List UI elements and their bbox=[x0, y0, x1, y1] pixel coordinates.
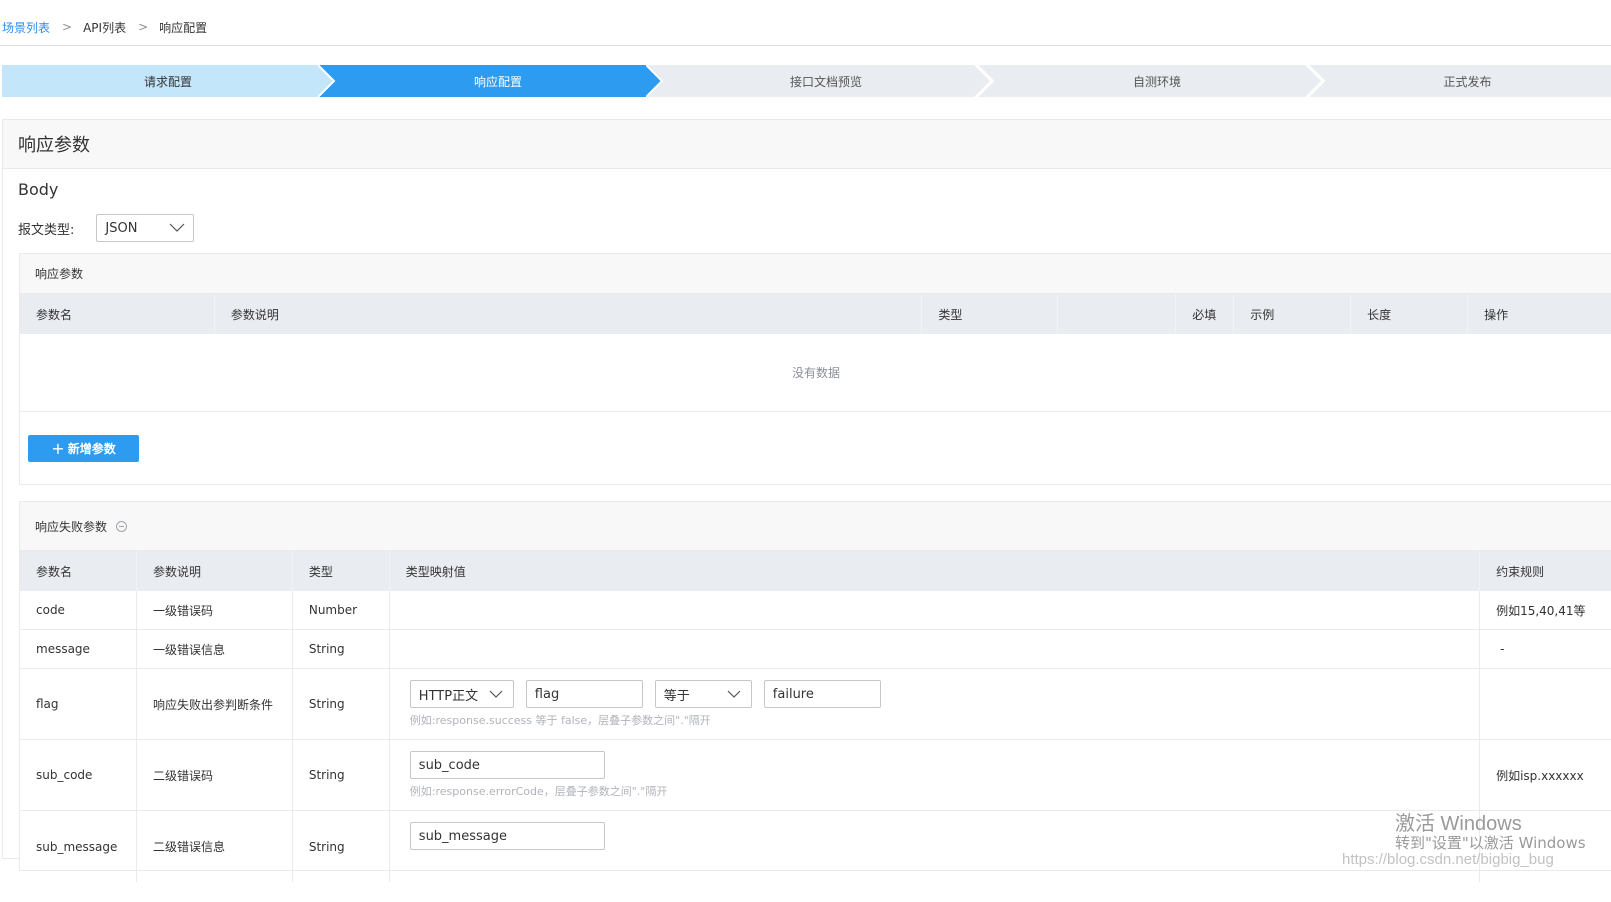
cell-desc: 二级错误码 bbox=[137, 740, 293, 810]
step-request-config[interactable]: 请求配置 bbox=[2, 65, 334, 97]
breadcrumb-scene-list[interactable]: 场景列表 bbox=[2, 19, 50, 36]
source-url-watermark: https://blog.csdn.net/bigbig_bug bbox=[1342, 851, 1554, 868]
step-bar: 请求配置 响应配置 接口文档预览 自测环境 正式发布 bbox=[2, 65, 1611, 97]
plus-icon: + bbox=[51, 438, 65, 458]
cell-desc: 二级错误信息 bbox=[137, 811, 293, 882]
cell-rule: 例如isp.xxxxxx bbox=[1496, 768, 1584, 783]
table-row: message 一级错误信息 String - bbox=[20, 630, 1611, 669]
failure-params-header: 参数名 参数说明 类型 类型映射值 约束规则 bbox=[20, 551, 1611, 591]
response-params-title: 响应参数 bbox=[20, 254, 1611, 294]
col-param-name: 参数名 bbox=[20, 294, 215, 334]
failure-params-title: 响应失败参数 bbox=[35, 519, 108, 534]
chevron-down-icon bbox=[489, 690, 503, 698]
failure-params-header-bar: 响应失败参数 bbox=[20, 502, 1611, 551]
step-doc-preview[interactable]: 接口文档预览 bbox=[646, 65, 990, 97]
col-param-desc: 参数说明 bbox=[137, 551, 293, 591]
cell-type: String bbox=[293, 740, 390, 810]
response-params-header: 参数名 参数说明 类型 必填 示例 长度 操作 bbox=[20, 294, 1611, 334]
breadcrumb-separator-icon: > bbox=[62, 20, 73, 34]
col-param-name: 参数名 bbox=[20, 551, 137, 591]
message-type-select[interactable]: JSON bbox=[96, 214, 195, 242]
step-self-test[interactable]: 自测环境 bbox=[977, 65, 1321, 97]
cell-mapping bbox=[390, 591, 1481, 629]
cell-mapping: HTTP正文 flag 等于 failure 例如:response.succe… bbox=[390, 669, 1481, 739]
message-type-value: JSON bbox=[105, 220, 138, 236]
cell-type: String bbox=[293, 811, 390, 882]
empty-state: 没有数据 bbox=[20, 334, 1611, 412]
flag-field-input[interactable]: flag bbox=[525, 680, 643, 708]
step-label: 请求配置 bbox=[143, 74, 192, 89]
sub-message-input[interactable]: sub_message bbox=[409, 822, 605, 850]
flag-field-value: flag bbox=[534, 686, 560, 702]
operator-value: 等于 bbox=[663, 688, 690, 704]
table-row: sub_code 二级错误码 String sub_code 例如:respon… bbox=[20, 740, 1611, 811]
flag-value: failure bbox=[772, 686, 814, 702]
cell-name: message bbox=[20, 630, 137, 668]
source-value: HTTP正文 bbox=[418, 688, 479, 704]
breadcrumb-api-list[interactable]: API列表 bbox=[83, 19, 126, 36]
response-params-card: 响应参数 参数名 参数说明 类型 必填 示例 长度 操作 没有数据 + 新增参数 bbox=[19, 253, 1611, 485]
col-length: 长度 bbox=[1351, 294, 1469, 334]
col-param-desc: 参数说明 bbox=[215, 294, 923, 334]
panel-title: 响应参数 bbox=[3, 120, 1611, 169]
source-select[interactable]: HTTP正文 bbox=[409, 680, 514, 708]
mapping-controls: HTTP正文 flag 等于 failure bbox=[409, 680, 881, 708]
col-type: 类型 bbox=[293, 551, 390, 591]
cell-name: code bbox=[20, 591, 137, 629]
table-row: code 一级错误码 Number 例如15,40,41等 bbox=[20, 591, 1611, 630]
windows-activation-subtitle: 转到"设置"以激活 Windows bbox=[1395, 834, 1586, 852]
flag-hint: 例如:response.success 等于 false，层叠子参数之间"."隔… bbox=[409, 714, 711, 727]
breadcrumb: 场景列表 > API列表 > 响应配置 bbox=[2, 18, 207, 36]
cell-rule: 例如15,40,41等 bbox=[1496, 603, 1586, 618]
cell-type: String bbox=[293, 630, 390, 668]
operator-select[interactable]: 等于 bbox=[654, 680, 752, 708]
step-label: 正式发布 bbox=[1443, 74, 1492, 89]
message-type-row: 报文类型: JSON bbox=[18, 214, 195, 242]
breadcrumb-separator-icon: > bbox=[138, 20, 149, 34]
col-blank bbox=[1058, 294, 1177, 334]
cell-name: sub_message bbox=[20, 811, 137, 882]
col-actions: 操作 bbox=[1484, 307, 1509, 322]
cell-desc: 一级错误码 bbox=[137, 591, 293, 629]
cell-rule bbox=[1480, 669, 1611, 739]
body-title: Body bbox=[18, 180, 59, 199]
cell-mapping: sub_code 例如:response.errorCode，层叠子参数之间".… bbox=[390, 740, 1481, 810]
cell-mapping: sub_message bbox=[390, 811, 1481, 882]
failure-params-card: 响应失败参数 参数名 参数说明 类型 类型映射值 约束规则 code 一级错误码… bbox=[19, 501, 1611, 882]
cell-rule: - bbox=[1500, 642, 1505, 656]
chevron-down-icon bbox=[169, 223, 185, 232]
step-response-config[interactable]: 响应配置 bbox=[318, 65, 662, 97]
sub-message-value: sub_message bbox=[418, 828, 507, 844]
table-row: flag 响应失败出参判断条件 String HTTP正文 flag 等于 fa… bbox=[20, 669, 1611, 740]
add-param-label: 新增参数 bbox=[67, 442, 116, 456]
step-label: 响应配置 bbox=[473, 74, 522, 89]
step-label: 接口文档预览 bbox=[789, 74, 862, 89]
sub-code-input[interactable]: sub_code bbox=[409, 751, 605, 779]
step-label: 自测环境 bbox=[1132, 74, 1181, 89]
header-divider bbox=[0, 45, 1611, 46]
col-example: 示例 bbox=[1234, 294, 1352, 334]
breadcrumb-current: 响应配置 bbox=[159, 20, 208, 35]
col-type: 类型 bbox=[922, 294, 1059, 334]
flag-value-input[interactable]: failure bbox=[763, 680, 881, 708]
col-type-mapping: 类型映射值 bbox=[390, 551, 1481, 591]
cell-type: String bbox=[293, 669, 390, 739]
collapse-icon[interactable] bbox=[116, 520, 128, 532]
col-constraint: 约束规则 bbox=[1496, 564, 1545, 579]
cell-desc: 响应失败出参判断条件 bbox=[137, 669, 293, 739]
message-type-label: 报文类型: bbox=[18, 222, 75, 238]
chevron-down-icon bbox=[727, 690, 741, 698]
table-row: sub_message 二级错误信息 String sub_message bbox=[20, 811, 1611, 882]
step-release[interactable]: 正式发布 bbox=[1308, 65, 1611, 97]
col-required: 必填 bbox=[1176, 294, 1235, 334]
cell-mapping bbox=[390, 630, 1481, 668]
sub-code-value: sub_code bbox=[418, 757, 480, 773]
cell-name: sub_code bbox=[20, 740, 137, 810]
response-params-panel: 响应参数 Body 报文类型: JSON 响应参数 参数名 参数说明 类型 必填… bbox=[2, 119, 1611, 882]
sub-code-hint: 例如:response.errorCode，层叠子参数之间"."隔开 bbox=[409, 785, 668, 798]
cell-desc: 一级错误信息 bbox=[137, 630, 293, 668]
cell-type: Number bbox=[293, 591, 390, 629]
add-param-button[interactable]: + 新增参数 bbox=[28, 435, 139, 462]
cell-name: flag bbox=[20, 669, 137, 739]
